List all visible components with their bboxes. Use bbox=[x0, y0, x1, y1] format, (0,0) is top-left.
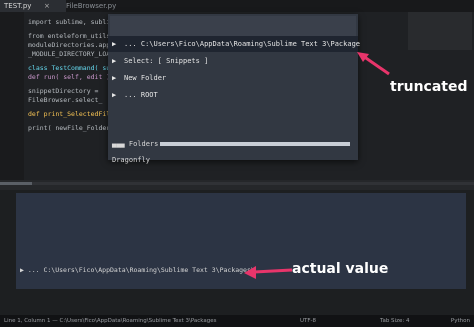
tab-label: TEST.py bbox=[4, 2, 32, 10]
play-icon: ▶ bbox=[112, 91, 117, 99]
horizontal-scrollbar[interactable] bbox=[0, 182, 474, 185]
scrollbar-thumb[interactable] bbox=[0, 182, 32, 185]
tab-bar: TEST.py × FileBrowser.py bbox=[0, 0, 474, 12]
quick-panel-input[interactable] bbox=[110, 16, 356, 36]
minimap[interactable] bbox=[408, 12, 472, 50]
tab-label: FileBrowser.py bbox=[66, 2, 117, 10]
annotation-actual-value: actual value bbox=[292, 261, 389, 277]
line-gutter bbox=[0, 12, 24, 182]
annotation-arrow-actual bbox=[244, 266, 293, 279]
status-position: Line 1, Column 1 — C:\Users\Fico\AppData… bbox=[4, 318, 217, 324]
quick-panel-item-new-folder[interactable]: ▶ New Folder bbox=[108, 70, 358, 86]
quick-panel-item-label: New Folder bbox=[124, 74, 167, 82]
quick-panel-item-label: Select: [ Snippets ] bbox=[124, 57, 209, 65]
folders-label: ▄▄▄ Folders bbox=[112, 140, 159, 148]
quick-panel-item-select[interactable]: ▶ Select: [ Snippets ] bbox=[108, 53, 358, 69]
quick-panel: ▶ ... C:\Users\Fico\AppData\Roaming\Subl… bbox=[108, 14, 361, 164]
code-line: def run( self, edit ): bbox=[28, 73, 115, 81]
arrow-line bbox=[362, 54, 390, 76]
play-icon: ▶ bbox=[112, 74, 117, 82]
quick-panel-item-path[interactable]: ▶ ... C:\Users\Fico\AppData\Roaming\Subl… bbox=[108, 36, 361, 52]
status-bar: Line 1, Column 1 — C:\Users\Fico\AppData… bbox=[0, 315, 474, 327]
close-icon[interactable]: × bbox=[44, 0, 50, 12]
status-encoding[interactable]: UTF-8 bbox=[300, 315, 316, 327]
quick-panel-item-root[interactable]: ▶ ... ROOT bbox=[108, 87, 358, 103]
quick-panel-hint: Dragonfly bbox=[112, 156, 150, 164]
quick-panel-item-label: ... C:\Users\Fico\AppData\Roaming\Sublim… bbox=[124, 40, 361, 48]
play-icon: ▶ bbox=[112, 57, 117, 65]
folders-progress-bar bbox=[160, 142, 350, 146]
quick-panel-item-label: ... ROOT bbox=[124, 91, 158, 99]
tab-test-py[interactable]: TEST.py × bbox=[0, 0, 66, 12]
output-panel: ▶ ... C:\Users\Fico\AppData\Roaming\Subl… bbox=[16, 193, 466, 289]
output-panel-line: ▶ ... C:\Users\Fico\AppData\Roaming\Subl… bbox=[20, 266, 255, 274]
code-line: snippetDirectory = bbox=[28, 87, 99, 95]
status-syntax[interactable]: Python bbox=[451, 315, 470, 327]
code-line: FileBrowser.select_ bbox=[28, 96, 103, 104]
arrow-head bbox=[244, 266, 256, 279]
annotation-arrow-truncated bbox=[357, 52, 390, 76]
folders-progress-fill bbox=[160, 142, 350, 146]
tab-filebrowser-py[interactable]: FileBrowser.py bbox=[62, 0, 140, 12]
arrow-line bbox=[253, 268, 293, 274]
annotation-truncated: truncated bbox=[390, 79, 468, 95]
play-icon: ▶ bbox=[112, 40, 117, 48]
status-tab-size[interactable]: Tab Size: 4 bbox=[380, 315, 409, 327]
